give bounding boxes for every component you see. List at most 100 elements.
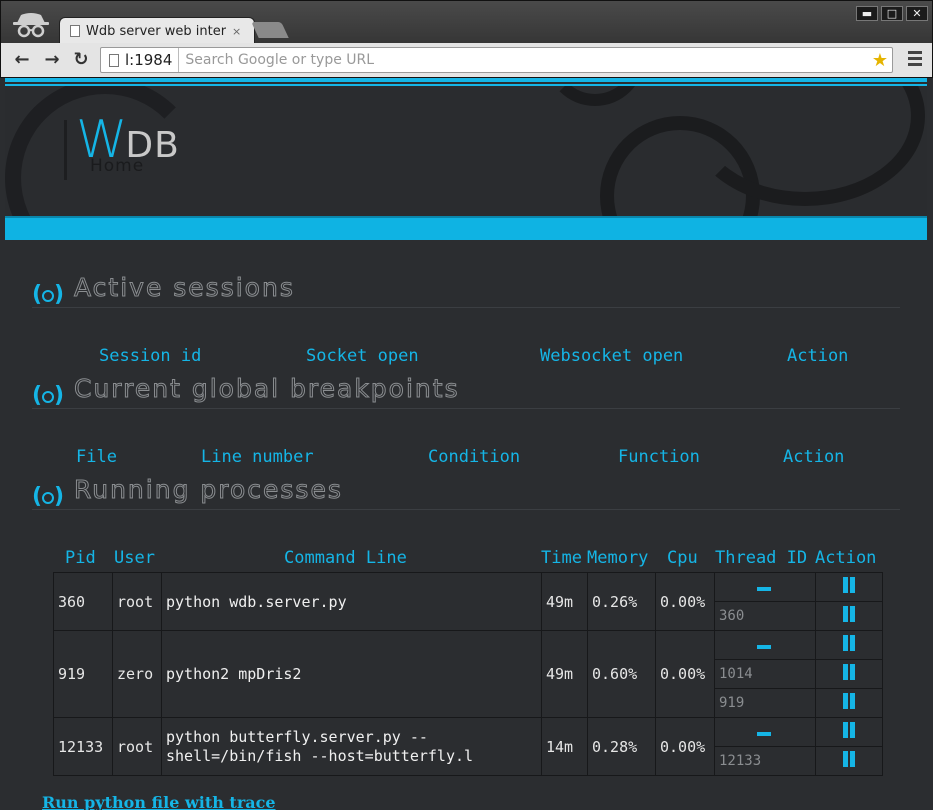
- pid-cell: 919: [53, 630, 113, 718]
- pause-icon[interactable]: [841, 606, 857, 622]
- reload-icon[interactable]: ↻: [70, 49, 92, 71]
- processes-section: () Running processes: [32, 470, 900, 510]
- section-title: Active sessions: [74, 273, 295, 303]
- logo-divider: [64, 120, 67, 180]
- col-line-number: Line number: [201, 447, 314, 467]
- new-tab-button[interactable]: [251, 22, 289, 38]
- memory-cell: 0.28%: [587, 717, 656, 776]
- col-time: Time: [541, 548, 582, 568]
- col-thread-id: Thread ID: [715, 548, 808, 568]
- thread-collapse-cell: [714, 630, 816, 660]
- command-cell: python wdb.server.py: [161, 572, 542, 631]
- table-row: 360 root python wdb.server.py 49m 0.26% …: [53, 572, 883, 631]
- section-title: Current global breakpoints: [74, 374, 460, 404]
- pause-icon[interactable]: [841, 577, 857, 593]
- pause-icon[interactable]: [841, 751, 857, 767]
- col-condition: Condition: [428, 447, 521, 467]
- user-cell: root: [112, 717, 162, 776]
- minus-icon[interactable]: [757, 645, 771, 649]
- action-cell: [815, 630, 883, 660]
- omnibox-input[interactable]: [179, 52, 872, 68]
- table-row: 919 zero python2 mpDris2 49m 0.60% 0.00%: [53, 630, 883, 718]
- header: WDB Home: [5, 86, 927, 216]
- section-ring-icon: (): [32, 483, 64, 509]
- tab-title: Wdb server web interface: [86, 23, 226, 39]
- thread-id-cell: 919: [714, 688, 816, 718]
- omnibox[interactable]: l:1984 ★: [100, 47, 893, 73]
- breakpoints-section: () Current global breakpoints: [32, 369, 900, 409]
- action-cell: [815, 659, 883, 689]
- page-icon: [70, 25, 80, 37]
- pause-icon[interactable]: [841, 664, 857, 680]
- browser-window: Wdb server web interface × ▬ □ ✕ ← → ↻ l…: [0, 0, 933, 78]
- col-socket-open: Socket open: [306, 346, 419, 366]
- col-action: Action: [783, 447, 845, 467]
- tab-active[interactable]: Wdb server web interface ×: [59, 17, 255, 44]
- action-cell: [815, 572, 883, 602]
- col-memory: Memory: [587, 548, 649, 568]
- thread-collapse-cell: [714, 717, 816, 747]
- col-function: Function: [618, 447, 700, 467]
- col-session-id: Session id: [99, 346, 202, 366]
- col-websocket-open: Websocket open: [540, 346, 684, 366]
- minus-icon[interactable]: [757, 587, 771, 591]
- time-cell: 49m: [541, 630, 588, 718]
- col-action: Action: [815, 548, 877, 568]
- action-cell: [815, 601, 883, 631]
- time-cell: 14m: [541, 717, 588, 776]
- decor-ring: [545, 86, 645, 106]
- section-ring-icon: (): [32, 281, 64, 307]
- command-cell: python butterfly.server.py --shell=/bin/…: [161, 717, 542, 776]
- section-title: Running processes: [74, 475, 343, 505]
- run-file-link[interactable]: Run python file with trace: [42, 793, 276, 810]
- minimize-button[interactable]: ▬: [856, 6, 878, 21]
- memory-cell: 0.26%: [587, 572, 656, 631]
- pid-cell: 12133: [53, 717, 113, 776]
- header-band: [5, 216, 927, 240]
- cpu-cell: 0.00%: [655, 717, 715, 776]
- memory-cell: 0.60%: [587, 630, 656, 718]
- table-row: 12133 root python butterfly.server.py --…: [53, 717, 883, 776]
- action-cell: [815, 688, 883, 718]
- pause-icon[interactable]: [841, 635, 857, 651]
- tab-close-icon[interactable]: ×: [232, 25, 241, 38]
- active-sessions-section: () Active sessions: [32, 268, 900, 308]
- col-pid: Pid: [65, 548, 96, 568]
- user-cell: root: [112, 572, 162, 631]
- minus-icon[interactable]: [757, 732, 771, 736]
- back-arrow-icon[interactable]: ←: [11, 49, 33, 71]
- forward-arrow-icon[interactable]: →: [41, 49, 63, 71]
- close-window-button[interactable]: ✕: [906, 6, 928, 21]
- page-icon: [109, 53, 119, 67]
- cpu-cell: 0.00%: [655, 630, 715, 718]
- thread-id-cell: 12133: [714, 746, 816, 776]
- pause-icon[interactable]: [841, 693, 857, 709]
- user-cell: zero: [112, 630, 162, 718]
- menu-icon[interactable]: [908, 51, 922, 67]
- time-cell: 49m: [541, 572, 588, 631]
- thread-id-cell: 360: [714, 601, 816, 631]
- bookmark-star-icon[interactable]: ★: [872, 50, 888, 71]
- col-cpu: Cpu: [667, 548, 698, 568]
- title-bar: Wdb server web interface × ▬ □ ✕: [1, 1, 932, 44]
- col-action: Action: [787, 346, 849, 366]
- page-content: WDB Home () Active sessions Session id S…: [5, 78, 927, 810]
- col-user: User: [114, 548, 155, 568]
- browser-toolbar: ← → ↻ l:1984 ★: [1, 43, 932, 77]
- col-file: File: [76, 447, 117, 467]
- col-command-line: Command Line: [284, 548, 407, 568]
- thread-id-cell: 1014: [714, 659, 816, 689]
- cpu-cell: 0.00%: [655, 572, 715, 631]
- action-cell: [815, 717, 883, 747]
- url-host[interactable]: l:1984: [125, 48, 180, 72]
- pause-icon[interactable]: [841, 722, 857, 738]
- home-link[interactable]: Home: [90, 156, 144, 176]
- maximize-button[interactable]: □: [881, 6, 903, 21]
- incognito-icon: [13, 13, 49, 38]
- thread-collapse-cell: [714, 572, 816, 602]
- pid-cell: 360: [53, 572, 113, 631]
- action-cell: [815, 746, 883, 776]
- command-cell: python2 mpDris2: [161, 630, 542, 718]
- process-table: 360 root python wdb.server.py 49m 0.26% …: [53, 572, 883, 776]
- section-ring-icon: (): [32, 382, 64, 408]
